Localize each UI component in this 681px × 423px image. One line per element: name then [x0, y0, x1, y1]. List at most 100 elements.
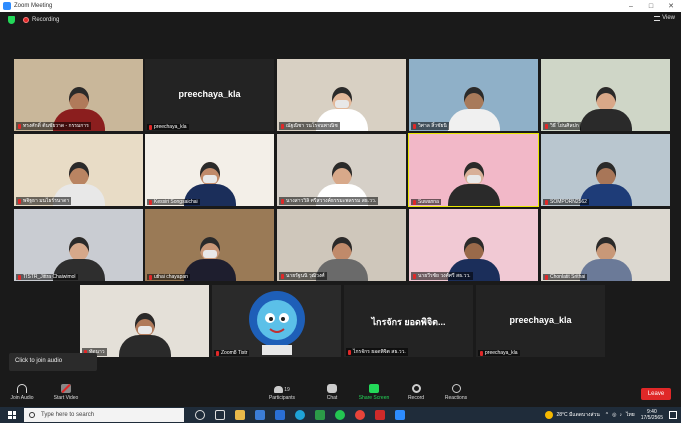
- close-button[interactable]: ✕: [661, 0, 681, 12]
- mail-icon[interactable]: [275, 410, 285, 420]
- edge-icon[interactable]: [295, 410, 305, 420]
- participant-video: [118, 313, 171, 357]
- participant-tile[interactable]: วิศาล สิ้วชัยนิ: [409, 59, 538, 131]
- zoom-taskbar-icon[interactable]: [395, 410, 405, 420]
- excel-icon[interactable]: [315, 410, 325, 420]
- participant-tile[interactable]: นางสาววิลิ ศรีสวางค์ธรรมะพลรรม สธ.วว.: [277, 134, 406, 206]
- weather-text[interactable]: 28°C มีแดดบางส่วน: [556, 411, 599, 419]
- participant-name-label: SOMPORN2562: [543, 199, 589, 205]
- participant-tile[interactable]: Suwanna: [408, 133, 539, 207]
- leave-label: Leave: [647, 391, 665, 397]
- participants-icon: [274, 386, 284, 393]
- security-shield-icon[interactable]: [8, 16, 15, 24]
- line-icon[interactable]: [335, 410, 345, 420]
- participant-name: SOMPORN2562: [550, 199, 587, 205]
- participant-tile[interactable]: ทัดนาว: [80, 285, 209, 357]
- tray-chevron-icon[interactable]: ^: [606, 412, 608, 418]
- clock-date: 17/5/2565: [640, 415, 663, 421]
- participant-tile[interactable]: preechaya_kla preechaya_kla: [145, 59, 274, 131]
- click-to-join-audio-label: Click to join audio: [15, 358, 63, 364]
- participants-button[interactable]: 19 Participants: [262, 384, 302, 401]
- taskbar-clock[interactable]: 9:40 17/5/2565: [641, 409, 663, 421]
- share-screen-button[interactable]: Share Screen: [354, 384, 394, 401]
- task-view-icon[interactable]: [215, 410, 225, 420]
- leave-button[interactable]: Leave: [641, 388, 671, 400]
- muted-mic-icon: [413, 123, 416, 129]
- participant-name-label: uthai chayapan: [147, 274, 190, 280]
- file-explorer-icon[interactable]: [235, 410, 245, 420]
- muted-mic-icon: [281, 198, 284, 204]
- record-label: Record: [407, 395, 425, 401]
- weather-icon: [545, 411, 554, 419]
- acrobat-icon[interactable]: [375, 410, 385, 420]
- muted-mic-icon: [545, 199, 548, 205]
- participant-display-name: preechaya_kla: [178, 89, 241, 99]
- participant-tile[interactable]: ไกรจักร ยอดพิจิต... ไกรจักร ยอดพิจิต สธ.ว…: [344, 285, 473, 357]
- notifications-icon[interactable]: [669, 411, 677, 419]
- meeting-toolbar: Join Audio Start Video 19 Participants C…: [0, 380, 681, 407]
- cortana-icon[interactable]: [195, 410, 205, 420]
- minimize-button[interactable]: –: [621, 0, 641, 12]
- chrome-icon[interactable]: [355, 410, 365, 420]
- participant-tile[interactable]: Kessiri Songsaichai: [145, 134, 274, 206]
- participant-tile[interactable]: uthai chayapan: [145, 209, 274, 281]
- participant-tile[interactable]: ณัฐณิชา วนโรจนพาณิช: [277, 59, 406, 131]
- participant-tile[interactable]: นายรัฐนนิ วุฒิวงศ์: [277, 209, 406, 281]
- participant-name-label: วิศาล สิ้วชัยนิ: [411, 122, 449, 130]
- participant-tile[interactable]: SOMPORN2562: [541, 134, 670, 206]
- view-button[interactable]: View: [654, 15, 675, 21]
- muted-mic-icon: [216, 350, 219, 356]
- muted-mic-icon: [545, 274, 548, 280]
- maximize-button[interactable]: □: [641, 0, 661, 12]
- reactions-button[interactable]: Reactions: [436, 384, 476, 401]
- participants-label: Participants: [268, 395, 296, 401]
- meeting-topbar: Recording View: [0, 12, 681, 28]
- participant-name: นายวีรชัย วงศ์ศรี สธ.วว.: [418, 273, 471, 279]
- muted-mic-icon: [545, 123, 548, 129]
- start-video-button[interactable]: Start Video: [46, 383, 86, 401]
- record-button[interactable]: Record: [396, 384, 436, 401]
- taskbar-search-input[interactable]: Type here to search: [24, 408, 184, 422]
- muted-mic-icon: [18, 123, 21, 129]
- muted-mic-icon: [413, 273, 416, 279]
- participant-name-label: วิธี โย่นศิลปก: [543, 122, 581, 130]
- share-screen-label: Share Screen: [358, 395, 390, 401]
- participant-name-label: Suwanna: [411, 199, 441, 205]
- network-icon[interactable]: ◎: [612, 412, 616, 418]
- muted-mic-icon: [413, 199, 416, 205]
- participant-tile[interactable]: Chonlatit Srithai: [541, 209, 670, 281]
- share-screen-icon: [369, 384, 379, 393]
- window-titlebar: Zoom Meeting – □ ✕: [0, 0, 681, 12]
- store-icon[interactable]: [255, 410, 265, 420]
- participant-name-label: พจิฐธา มนไธร์รนาดา: [16, 197, 72, 205]
- participant-name-label: ทรงศักดิ์ ต้นชัยวาด - กรรมการ: [16, 122, 91, 130]
- participant-display-name: preechaya_kla: [509, 315, 572, 325]
- windows-start-icon[interactable]: [8, 411, 16, 419]
- view-label: View: [662, 15, 675, 21]
- participant-name: Zoom8 Tistr: [221, 350, 248, 356]
- volume-icon[interactable]: ♪: [620, 412, 623, 418]
- join-audio-button[interactable]: Join Audio: [2, 384, 42, 401]
- chat-button[interactable]: Chat: [312, 384, 352, 401]
- muted-mic-icon: [18, 274, 21, 280]
- participant-name-label: TISTR_Jittra Chaiwimol: [16, 274, 78, 280]
- participant-name-label: Kessiri Songsaichai: [147, 199, 200, 205]
- participant-tile[interactable]: นายวีรชัย วงศ์ศรี สธ.วว.: [409, 209, 538, 281]
- participant-tile[interactable]: preechaya_kla preechaya_kla: [476, 285, 605, 357]
- participant-tile[interactable]: วิธี โย่นศิลปก: [541, 59, 670, 131]
- participant-name: TISTR_Jittra Chaiwimol: [23, 274, 76, 280]
- participant-name: วิธี โย่นศิลปก: [550, 123, 579, 129]
- participant-tile[interactable]: ทรงศักดิ์ ต้นชัยวาด - กรรมการ: [14, 59, 143, 131]
- participant-name: Chonlatit Srithai: [550, 274, 586, 280]
- search-placeholder: Type here to search: [41, 412, 95, 418]
- participant-video: [579, 87, 632, 131]
- participant-name: นางสาววิลิ ศรีสวางค์ธรรมะพลรรม สธ.วว.: [286, 198, 377, 204]
- participant-tile[interactable]: Zoom8 Tistr: [212, 285, 341, 357]
- click-to-join-audio-tooltip[interactable]: Click to join audio: [9, 353, 97, 371]
- participant-name-label: ณัฐณิชา วนโรจนพาณิช: [279, 122, 340, 130]
- participant-tile[interactable]: TISTR_Jittra Chaiwimol: [14, 209, 143, 281]
- language-indicator[interactable]: ไทย: [626, 411, 635, 419]
- participant-tile[interactable]: พจิฐธา มนไธร์รนาดา: [14, 134, 143, 206]
- recording-icon: [23, 17, 29, 23]
- window-title: Zoom Meeting: [14, 3, 53, 9]
